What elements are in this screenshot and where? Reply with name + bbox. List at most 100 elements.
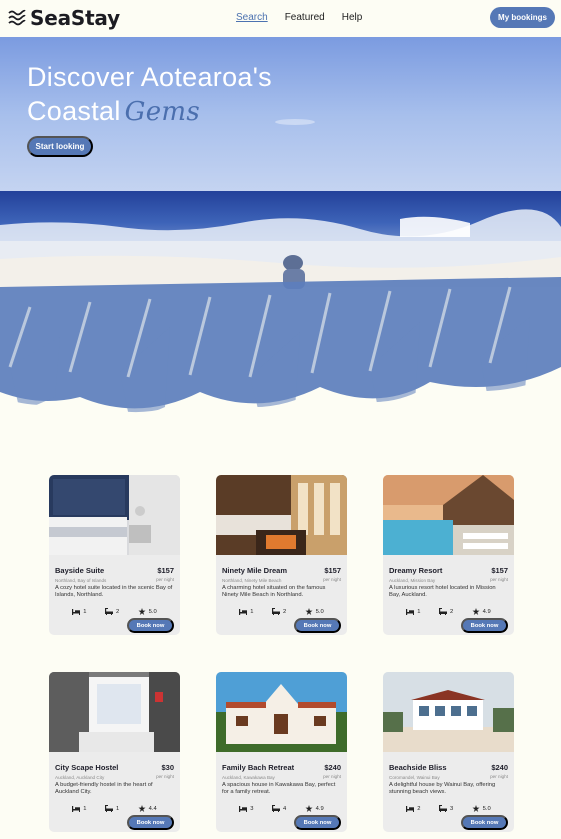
stat-baths: 1 — [104, 805, 120, 812]
baths-count: 3 — [449, 805, 454, 812]
hero-title-script: Gems — [124, 97, 201, 127]
book-now-button[interactable]: Book now — [461, 618, 508, 633]
listing-photo — [49, 475, 180, 555]
listing-price-unit: per night — [490, 774, 508, 779]
book-now-button[interactable]: Book now — [294, 815, 341, 830]
book-now-button[interactable]: Book now — [127, 815, 174, 830]
beds-count: 1 — [83, 608, 87, 615]
listing-stats: 1 1 4.4 — [55, 805, 174, 812]
stat-rating: 5.0 — [138, 608, 157, 615]
listing-name: Ninety Mile Dream — [222, 566, 288, 575]
listing-description: A charming hotel situated on the famous … — [222, 585, 326, 598]
logo-text: SeaStay — [30, 6, 120, 30]
top-bar: SeaStay Search Featured Help My bookings — [0, 0, 561, 37]
bed-icon — [72, 806, 81, 812]
baths-count: 4 — [282, 805, 287, 812]
nav-help[interactable]: Help — [342, 12, 363, 23]
hero-title: Discover Aotearoa's Coastal Gems — [27, 60, 272, 129]
rating-value: 4.4 — [148, 805, 157, 812]
star-icon — [472, 805, 480, 812]
listing-description: A luxurious resort hotel located in Miss… — [389, 585, 496, 598]
listing-name: Family Bach Retreat — [222, 763, 295, 772]
listing-stats: 1 2 4.9 — [389, 608, 508, 615]
star-icon — [138, 805, 146, 812]
stat-baths: 3 — [438, 805, 454, 812]
stat-rating: 4.9 — [305, 805, 324, 812]
nav-featured[interactable]: Featured — [285, 12, 325, 23]
stat-baths: 4 — [271, 805, 287, 812]
book-now-button[interactable]: Book now — [294, 618, 341, 633]
star-icon — [472, 608, 480, 615]
rating-value: 5.0 — [148, 608, 157, 615]
listing-photo — [383, 672, 514, 752]
listing-price-unit: per night — [156, 774, 174, 779]
baths-count: 1 — [115, 805, 120, 812]
logo-waves-icon — [8, 9, 26, 26]
rating-value: 5.0 — [482, 805, 491, 812]
listing-price: $240 — [324, 763, 341, 772]
listing-price-unit: per night — [323, 577, 341, 582]
stat-beds: 2 — [406, 805, 420, 812]
nav-search[interactable]: Search — [236, 12, 268, 23]
rating-value: 4.9 — [482, 608, 491, 615]
listing-stats: 3 4 4.9 — [222, 805, 341, 812]
listing-photo — [383, 475, 514, 555]
listing-description: A cozy hotel suite located in the scenic… — [55, 585, 173, 598]
beds-count: 1 — [417, 608, 421, 615]
listing-body: Ninety Mile Dream $157 Northland, Ninety… — [216, 560, 347, 615]
listing-stats: 1 2 5.0 — [222, 608, 341, 615]
logo[interactable]: SeaStay — [8, 6, 120, 30]
stat-baths: 2 — [438, 608, 454, 615]
stat-beds: 1 — [72, 805, 86, 812]
bed-icon — [239, 806, 248, 812]
listing-name: Bayside Suite — [55, 566, 105, 575]
main-nav: Search Featured Help — [236, 12, 362, 23]
listing-price: $157 — [324, 566, 341, 575]
baths-count: 2 — [449, 608, 454, 615]
listing-photo — [216, 475, 347, 555]
bath-icon — [104, 805, 113, 812]
beds-count: 3 — [250, 805, 254, 812]
stat-beds: 3 — [239, 805, 253, 812]
beds-count: 1 — [250, 608, 254, 615]
listing-price-unit: per night — [156, 577, 174, 582]
bed-icon — [72, 609, 81, 615]
baths-count: 2 — [282, 608, 287, 615]
listing-price: $240 — [491, 763, 508, 772]
start-looking-button[interactable]: Start looking — [27, 136, 93, 157]
listing-stats: 1 2 5.0 — [55, 608, 174, 615]
listing-card[interactable]: Ninety Mile Dream $157 Northland, Ninety… — [216, 475, 347, 635]
listing-card[interactable]: Bayside Suite $157 Northland, Bay of Isl… — [49, 475, 180, 635]
listing-card[interactable]: City Scape Hostel $30 Auckland, Auckland… — [49, 672, 180, 832]
listing-price-unit: per night — [490, 577, 508, 582]
bed-icon — [406, 609, 415, 615]
rating-value: 4.9 — [315, 805, 324, 812]
listing-name: Dreamy Resort — [389, 566, 443, 575]
stat-rating: 5.0 — [472, 805, 491, 812]
stat-rating: 4.4 — [138, 805, 157, 812]
listing-card[interactable]: Family Bach Retreat $240 Auckland, Kawak… — [216, 672, 347, 832]
listing-price-unit: per night — [323, 774, 341, 779]
stat-beds: 1 — [406, 608, 420, 615]
listing-price: $157 — [491, 566, 508, 575]
stat-beds: 1 — [239, 608, 253, 615]
listing-body: City Scape Hostel $30 Auckland, Auckland… — [49, 757, 180, 812]
listing-stats: 2 3 5.0 — [389, 805, 508, 812]
book-now-button[interactable]: Book now — [127, 618, 174, 633]
hero-title-line2: Coastal — [27, 96, 121, 126]
beds-count: 2 — [417, 805, 421, 812]
listing-photo — [216, 672, 347, 752]
book-now-button[interactable]: Book now — [461, 815, 508, 830]
listing-body: Family Bach Retreat $240 Auckland, Kawak… — [216, 757, 347, 812]
listing-name: Beachside Bliss — [389, 763, 447, 772]
hero-banner: Discover Aotearoa's Coastal Gems Start lo… — [0, 37, 561, 437]
stat-baths: 2 — [104, 608, 119, 615]
listing-description: A spacious house in Kawakawa Bay, perfec… — [222, 782, 336, 795]
listing-card[interactable]: Beachside Bliss $240 Coromandel, Wainui … — [383, 672, 514, 832]
bed-icon — [406, 806, 415, 812]
star-icon — [138, 608, 146, 615]
my-bookings-button[interactable]: My bookings — [490, 7, 555, 28]
stat-rating: 5.0 — [305, 608, 324, 615]
stat-rating: 4.9 — [472, 608, 491, 615]
listing-card[interactable]: Dreamy Resort $157 Auckland, Mission Bay… — [383, 475, 514, 635]
